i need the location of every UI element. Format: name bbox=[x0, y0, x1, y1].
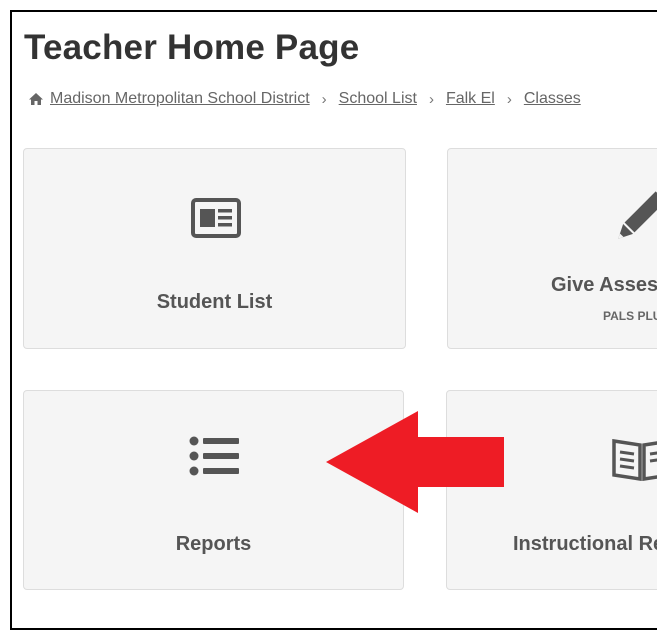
breadcrumb-link-district[interactable]: Madison Metropolitan School District bbox=[50, 90, 310, 108]
breadcrumb-link-school[interactable]: Falk El bbox=[446, 90, 495, 108]
tile-label: Give Assessments bbox=[551, 274, 657, 296]
tile-sublabel: PALS PLUS bbox=[603, 309, 657, 323]
list-icon bbox=[189, 435, 241, 482]
tile-label: Reports bbox=[175, 533, 252, 555]
breadcrumb: Madison Metropolitan School District › S… bbox=[28, 88, 581, 110]
breadcrumb-link-classes[interactable]: Classes bbox=[524, 90, 581, 108]
breadcrumb-link-school-list[interactable]: School List bbox=[339, 90, 417, 108]
pencil-icon bbox=[610, 191, 657, 252]
tile-label: Student List bbox=[156, 291, 273, 313]
home-icon bbox=[28, 92, 44, 106]
tile-label: Instructional Resources bbox=[513, 533, 657, 555]
breadcrumb-separator: › bbox=[506, 90, 512, 108]
book-icon bbox=[612, 437, 657, 486]
page-title: Teacher Home Page bbox=[24, 28, 360, 67]
arrow-left-icon bbox=[326, 411, 506, 513]
id-card-icon bbox=[191, 198, 241, 243]
tile-student-list[interactable]: Student List bbox=[23, 148, 406, 349]
tile-give-assessments[interactable]: Give Assessments PALS PLUS bbox=[447, 148, 657, 349]
breadcrumb-separator: › bbox=[428, 90, 434, 108]
breadcrumb-separator: › bbox=[321, 90, 327, 108]
